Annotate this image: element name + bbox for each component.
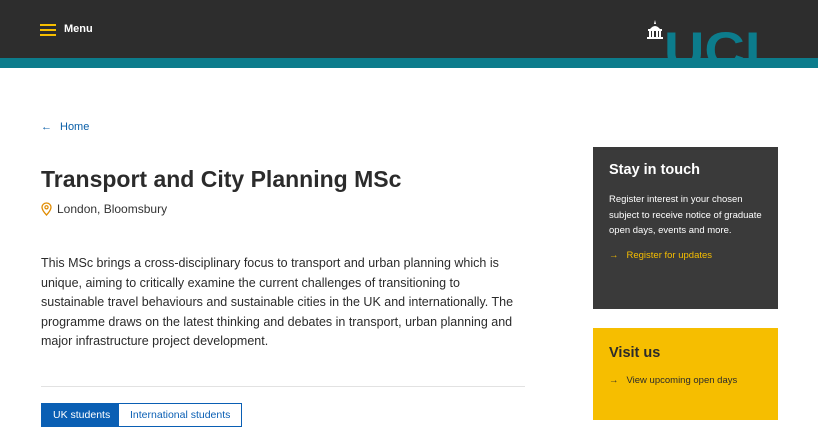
visit-us-heading: Visit us <box>609 345 661 361</box>
stay-in-touch-heading: Stay in touch <box>609 162 701 178</box>
ucl-logo[interactable]: UCL <box>644 20 780 68</box>
menu-label: Menu <box>64 23 93 35</box>
tab-international-students[interactable]: International students <box>118 403 243 427</box>
location-text: London, Bloomsbury <box>57 202 168 216</box>
menu-button[interactable]: Menu <box>40 18 93 40</box>
breadcrumb-label: Home <box>60 121 90 133</box>
arrow-left-icon: ← <box>41 121 52 133</box>
logo-wordmark: UCL <box>664 22 779 68</box>
page-title: Transport and City Planning MSc <box>41 166 402 192</box>
breadcrumb-home-link[interactable]: ← Home <box>41 121 89 133</box>
register-for-updates-link[interactable]: → Register for updates <box>609 250 762 261</box>
register-link-label: Register for updates <box>626 249 713 261</box>
section-divider <box>41 386 525 387</box>
open-days-link-label: View upcoming open days <box>626 375 738 386</box>
tab-uk-students[interactable]: UK students <box>41 403 123 427</box>
hamburger-icon <box>40 23 56 36</box>
programme-intro: This MSc brings a cross-disciplinary foc… <box>41 256 514 348</box>
location: London, Bloomsbury <box>41 202 167 216</box>
stay-in-touch-panel: Stay in touch Register interest in your … <box>593 147 778 309</box>
open-days-link[interactable]: → View upcoming open days <box>609 375 762 386</box>
portico-icon <box>647 20 663 39</box>
arrow-right-icon: → <box>609 375 619 386</box>
location-pin-icon <box>41 202 52 216</box>
visit-us-panel: Visit us → View upcoming open days <box>593 328 778 420</box>
arrow-right-icon: → <box>609 249 619 261</box>
stay-in-touch-body: Register interest in your chosen subject… <box>609 194 762 236</box>
